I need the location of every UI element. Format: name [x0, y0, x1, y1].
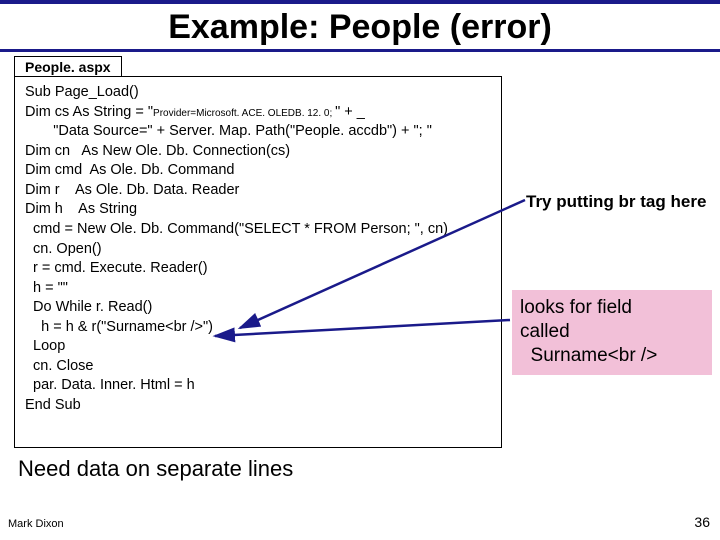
code-listing: Sub Page_Load() Dim cs As String = "Prov… [14, 76, 502, 448]
code-line: Dim cmd As Ole. Db. Command [25, 162, 235, 178]
code-line: r = cmd. Execute. Reader() [25, 260, 208, 276]
code-line: " + _ [335, 104, 365, 120]
code-line: End Sub [25, 397, 81, 413]
code-line: par. Data. Inner. Html = h [25, 377, 195, 393]
file-tab-label: People. aspx [14, 56, 122, 76]
code-line: Loop [25, 338, 65, 354]
annotation-line: Surname<br /> [520, 344, 704, 368]
code-line: Dim h As String [25, 201, 137, 217]
author-name: Mark Dixon [8, 518, 64, 530]
annotation-try-br: Try putting br tag here [526, 192, 706, 212]
annotation-line: looks for field [520, 296, 704, 320]
code-line: Dim r As Ole. Db. Data. Reader [25, 182, 239, 198]
code-line: cn. Open() [25, 241, 102, 257]
slide-title: Example: People (error) [0, 4, 720, 47]
annotation-looks-for-field: looks for field called Surname<br /> [512, 290, 712, 375]
annotation-line: called [520, 320, 704, 344]
title-underline [0, 49, 720, 52]
code-line: Sub Page_Load() [25, 84, 139, 100]
page-number: 36 [694, 514, 710, 530]
code-line: Do While r. Read() [25, 299, 152, 315]
code-line: cmd = New Ole. Db. Command("SELECT * FRO… [25, 221, 448, 237]
code-line: h = "" [25, 280, 68, 296]
code-line: Dim cn As New Ole. Db. Connection(cs) [25, 143, 290, 159]
code-line: h = h & r("Surname<br />") [25, 319, 213, 335]
code-line-small: Provider=Microsoft. ACE. OLEDB. 12. 0; [153, 108, 335, 119]
code-line: Dim cs As String = " [25, 104, 153, 120]
code-line: cn. Close [25, 358, 94, 374]
code-line: "Data Source=" + Server. Map. Path("Peop… [25, 123, 432, 139]
bottom-caption: Need data on separate lines [18, 456, 293, 482]
